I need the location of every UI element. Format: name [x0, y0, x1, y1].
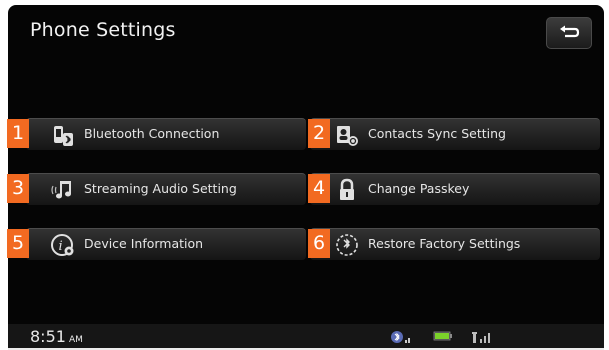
signal-strength-icon: [472, 332, 490, 343]
battery-icon: [433, 331, 452, 341]
svg-text:i: i: [59, 239, 63, 254]
callout-number-4: 4: [308, 174, 330, 203]
streaming-audio-icon: [51, 181, 71, 199]
status-bar: 8:51 AM: [8, 324, 604, 350]
contacts-sync-icon: [337, 126, 358, 146]
lock-icon: [340, 178, 354, 200]
return-arrow-icon: [560, 25, 580, 38]
clock-time: 8:51: [30, 327, 66, 346]
restore-icon: [336, 234, 358, 256]
bluetooth-connection-label: Bluetooth Connection: [84, 126, 220, 141]
page-title: Phone Settings: [30, 19, 176, 41]
bluetooth-phone-icon: [54, 126, 73, 146]
callout-number-5: 5: [7, 229, 29, 258]
contacts-sync-setting-label: Contacts Sync Setting: [368, 126, 506, 141]
contacts-sync-setting-button[interactable]: Contacts Sync Setting: [310, 118, 600, 150]
change-passkey-label: Change Passkey: [368, 181, 470, 196]
restore-factory-settings-button[interactable]: Restore Factory Settings: [310, 228, 600, 260]
clock: 8:51 AM: [30, 327, 83, 346]
streaming-audio-setting-label: Streaming Audio Setting: [84, 181, 237, 196]
bluetooth-connection-button[interactable]: Bluetooth Connection: [26, 118, 306, 150]
status-strip: 8:51 AM: [8, 324, 604, 348]
callout-number-1: 1: [7, 119, 29, 148]
clock-ampm: AM: [68, 335, 83, 345]
callout-number-3: 3: [7, 174, 29, 203]
callout-number-2: 2: [308, 119, 330, 148]
callout-number-6: 6: [308, 229, 330, 258]
device-information-button[interactable]: i Device Information: [26, 228, 306, 260]
info-icon: i: [51, 234, 74, 256]
device-information-label: Device Information: [84, 236, 204, 251]
bluetooth-status-icon: [391, 331, 410, 343]
restore-factory-settings-label: Restore Factory Settings: [368, 236, 521, 251]
phone-settings-screen: Phone Settings Bluetooth Connection Cont…: [8, 5, 604, 350]
streaming-audio-setting-button[interactable]: Streaming Audio Setting: [26, 173, 306, 205]
change-passkey-button[interactable]: Change Passkey: [310, 173, 600, 205]
back-button[interactable]: [546, 17, 592, 49]
